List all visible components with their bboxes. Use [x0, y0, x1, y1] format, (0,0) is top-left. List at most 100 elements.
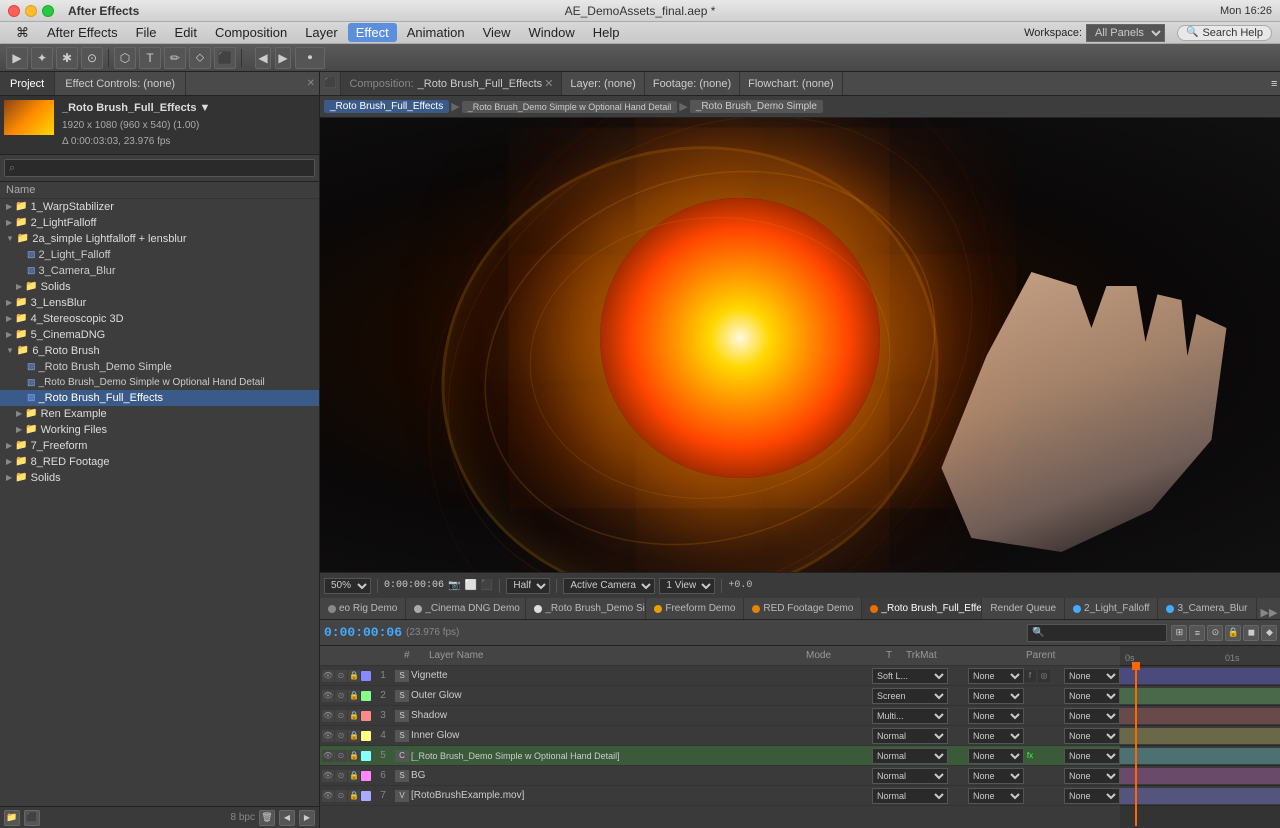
layer-visibility[interactable]: 👁	[322, 730, 334, 742]
trkmat-dropdown[interactable]: None	[968, 788, 1024, 804]
timecode-display[interactable]: 0:00:00:06	[384, 580, 444, 591]
blend-mode-dropdown[interactable]: Normal	[872, 768, 948, 784]
layer-lock[interactable]: 🔒	[348, 730, 360, 742]
fx-switch[interactable]: f	[1024, 670, 1036, 682]
menu-aftereffects[interactable]: After Effects	[39, 23, 126, 42]
menu-edit[interactable]: Edit	[167, 23, 205, 42]
list-item[interactable]: ▶ 📁 Working Files	[0, 422, 319, 438]
tab-project[interactable]: Project	[0, 72, 55, 95]
list-item-selected[interactable]: ▧ _Roto Brush_Full_Effects	[0, 390, 319, 406]
layer-lock[interactable]: 🔒	[348, 770, 360, 782]
menu-apple[interactable]: ⌘	[8, 23, 37, 43]
layer-lock[interactable]: 🔒	[348, 710, 360, 722]
tl-tab[interactable]: eo Rig Demo	[320, 598, 406, 619]
menu-animation[interactable]: Animation	[399, 23, 473, 42]
view-dropdown[interactable]: Active Camera	[563, 578, 655, 594]
tl-tab[interactable]: Freeform Demo	[646, 598, 744, 619]
tab-effect-controls[interactable]: Effect Controls: (none)	[55, 72, 186, 95]
menu-file[interactable]: File	[128, 23, 165, 42]
brush-tool[interactable]: ⬛	[214, 47, 236, 69]
parent-dropdown[interactable]: None	[1064, 688, 1120, 704]
zoom-dropdown[interactable]: 50%	[324, 578, 371, 594]
list-item[interactable]: ▼ 📁 2a_simple Lightfalloff + lensblur	[0, 231, 319, 247]
layer-solo[interactable]: ⊙	[335, 670, 347, 682]
parent-dropdown[interactable]: None	[1064, 748, 1120, 764]
trkmat-dropdown[interactable]: None	[968, 748, 1024, 764]
comp-panel-menu[interactable]: ≡	[1267, 78, 1280, 90]
quality-dropdown[interactable]: Half	[506, 578, 550, 594]
camera-tool[interactable]: ⊙	[81, 47, 103, 69]
rotation-tool[interactable]: ✦	[31, 47, 53, 69]
flowchart-panel-tab[interactable]: Flowchart: (none)	[740, 72, 843, 95]
next-frame[interactable]: ▶	[275, 47, 291, 69]
layer-name[interactable]: Inner Glow	[411, 730, 872, 741]
toggle-switches[interactable]: ⊞	[1171, 625, 1187, 641]
motion-blur-switch[interactable]: ◎	[1038, 670, 1050, 682]
list-item[interactable]: ▧ 3_Camera_Blur	[0, 263, 319, 279]
layer-solo[interactable]: ⊙	[335, 710, 347, 722]
tl-tab[interactable]: 3_Camera_Blur	[1158, 598, 1256, 619]
list-item[interactable]: ▶ 📁 Ren Example	[0, 406, 319, 422]
layer-name[interactable]: [RotoBrushExample.mov]	[411, 790, 872, 801]
lock-toggle[interactable]: 🔒	[1225, 625, 1241, 641]
breadcrumb-item[interactable]: _Roto Brush_Demo Simple w Optional Hand …	[462, 101, 678, 113]
layer-visibility[interactable]: 👁	[322, 710, 334, 722]
layer-visibility[interactable]: 👁	[322, 750, 334, 762]
layer-name[interactable]: BG	[411, 770, 872, 781]
footage-panel-tab[interactable]: Footage: (none)	[645, 72, 740, 95]
panel-close[interactable]: ✕	[307, 78, 315, 89]
layer-visibility[interactable]: 👁	[322, 670, 334, 682]
layer-solo[interactable]: ⊙	[335, 770, 347, 782]
blend-mode-dropdown[interactable]: Soft L...	[872, 668, 948, 684]
layer-name[interactable]: [_Roto Brush_Demo Simple w Optional Hand…	[411, 751, 872, 761]
layer-name[interactable]: Shadow	[411, 710, 872, 721]
label-toggle[interactable]: ◼	[1243, 625, 1259, 641]
text-tool[interactable]: T	[139, 47, 161, 69]
list-item[interactable]: ▶ 📁 8_RED Footage	[0, 454, 319, 470]
new-folder-btn[interactable]: 📁	[4, 810, 20, 826]
list-item[interactable]: ▶ 📁 1_WarpStabilizer	[0, 199, 319, 215]
menu-composition[interactable]: Composition	[207, 23, 295, 42]
menu-window[interactable]: Window	[521, 23, 583, 42]
blend-mode-dropdown[interactable]: Screen	[872, 688, 948, 704]
layer-search-input[interactable]	[1027, 624, 1167, 642]
blend-mode-dropdown[interactable]: Multi...	[872, 708, 948, 724]
blend-mode-dropdown[interactable]: Normal	[872, 748, 948, 764]
shape-tool[interactable]: ⬡	[114, 47, 136, 69]
next-arrow[interactable]: ▶	[299, 810, 315, 826]
views-dropdown[interactable]: 1 View	[659, 578, 715, 594]
layer-name[interactable]: Vignette	[411, 670, 872, 681]
list-item[interactable]: ▶ 📁 7_Freeform	[0, 438, 319, 454]
mask-tool[interactable]: ⬦	[189, 47, 211, 69]
trkmat-dropdown[interactable]: None	[968, 688, 1024, 704]
bg-color-btn[interactable]: ⬛	[481, 580, 493, 591]
list-item[interactable]: ▧ _Roto Brush_Demo Simple w Optional Han…	[0, 375, 319, 390]
parent-dropdown[interactable]: None	[1064, 768, 1120, 784]
comp-tab-name[interactable]: Composition: _Roto Brush_Full_Effects ✕	[341, 72, 562, 95]
menu-help[interactable]: Help	[585, 23, 628, 42]
pen-tool[interactable]: ✏	[164, 47, 186, 69]
trkmat-dropdown[interactable]: None	[968, 728, 1024, 744]
delete-btn[interactable]: 🗑	[259, 810, 275, 826]
layer-lock[interactable]: 🔒	[348, 750, 360, 762]
layer-visibility[interactable]: 👁	[322, 770, 334, 782]
parent-dropdown[interactable]: None	[1064, 668, 1120, 684]
list-item[interactable]: ▼ 📁 6_Roto Brush	[0, 343, 319, 359]
tl-tab-active[interactable]: _Roto Brush_Full_Effects	[862, 598, 982, 619]
trkmat-dropdown[interactable]: None	[968, 668, 1024, 684]
layer-lock[interactable]: 🔒	[348, 690, 360, 702]
menu-view[interactable]: View	[475, 23, 519, 42]
list-item[interactable]: ▧ _Roto Brush_Demo Simple	[0, 359, 319, 375]
new-comp-btn[interactable]: ⬛	[24, 810, 40, 826]
fx-enabled[interactable]: fx	[1024, 750, 1036, 762]
anchor-point-tool[interactable]: ✱	[56, 47, 78, 69]
prev-frame[interactable]: ◀	[255, 47, 271, 69]
layer-name[interactable]: Outer Glow	[411, 690, 872, 701]
list-item[interactable]: ▶ 📁 5_CinemaDNG	[0, 327, 319, 343]
layer-visibility[interactable]: 👁	[322, 690, 334, 702]
list-item[interactable]: ▶ 📁 4_Stereoscopic 3D	[0, 311, 319, 327]
parent-dropdown[interactable]: None	[1064, 708, 1120, 724]
layer-solo[interactable]: ⊙	[335, 750, 347, 762]
keyframe-toggle[interactable]: ◆	[1261, 625, 1277, 641]
layer-panel-tab[interactable]: Layer: (none)	[562, 72, 644, 95]
